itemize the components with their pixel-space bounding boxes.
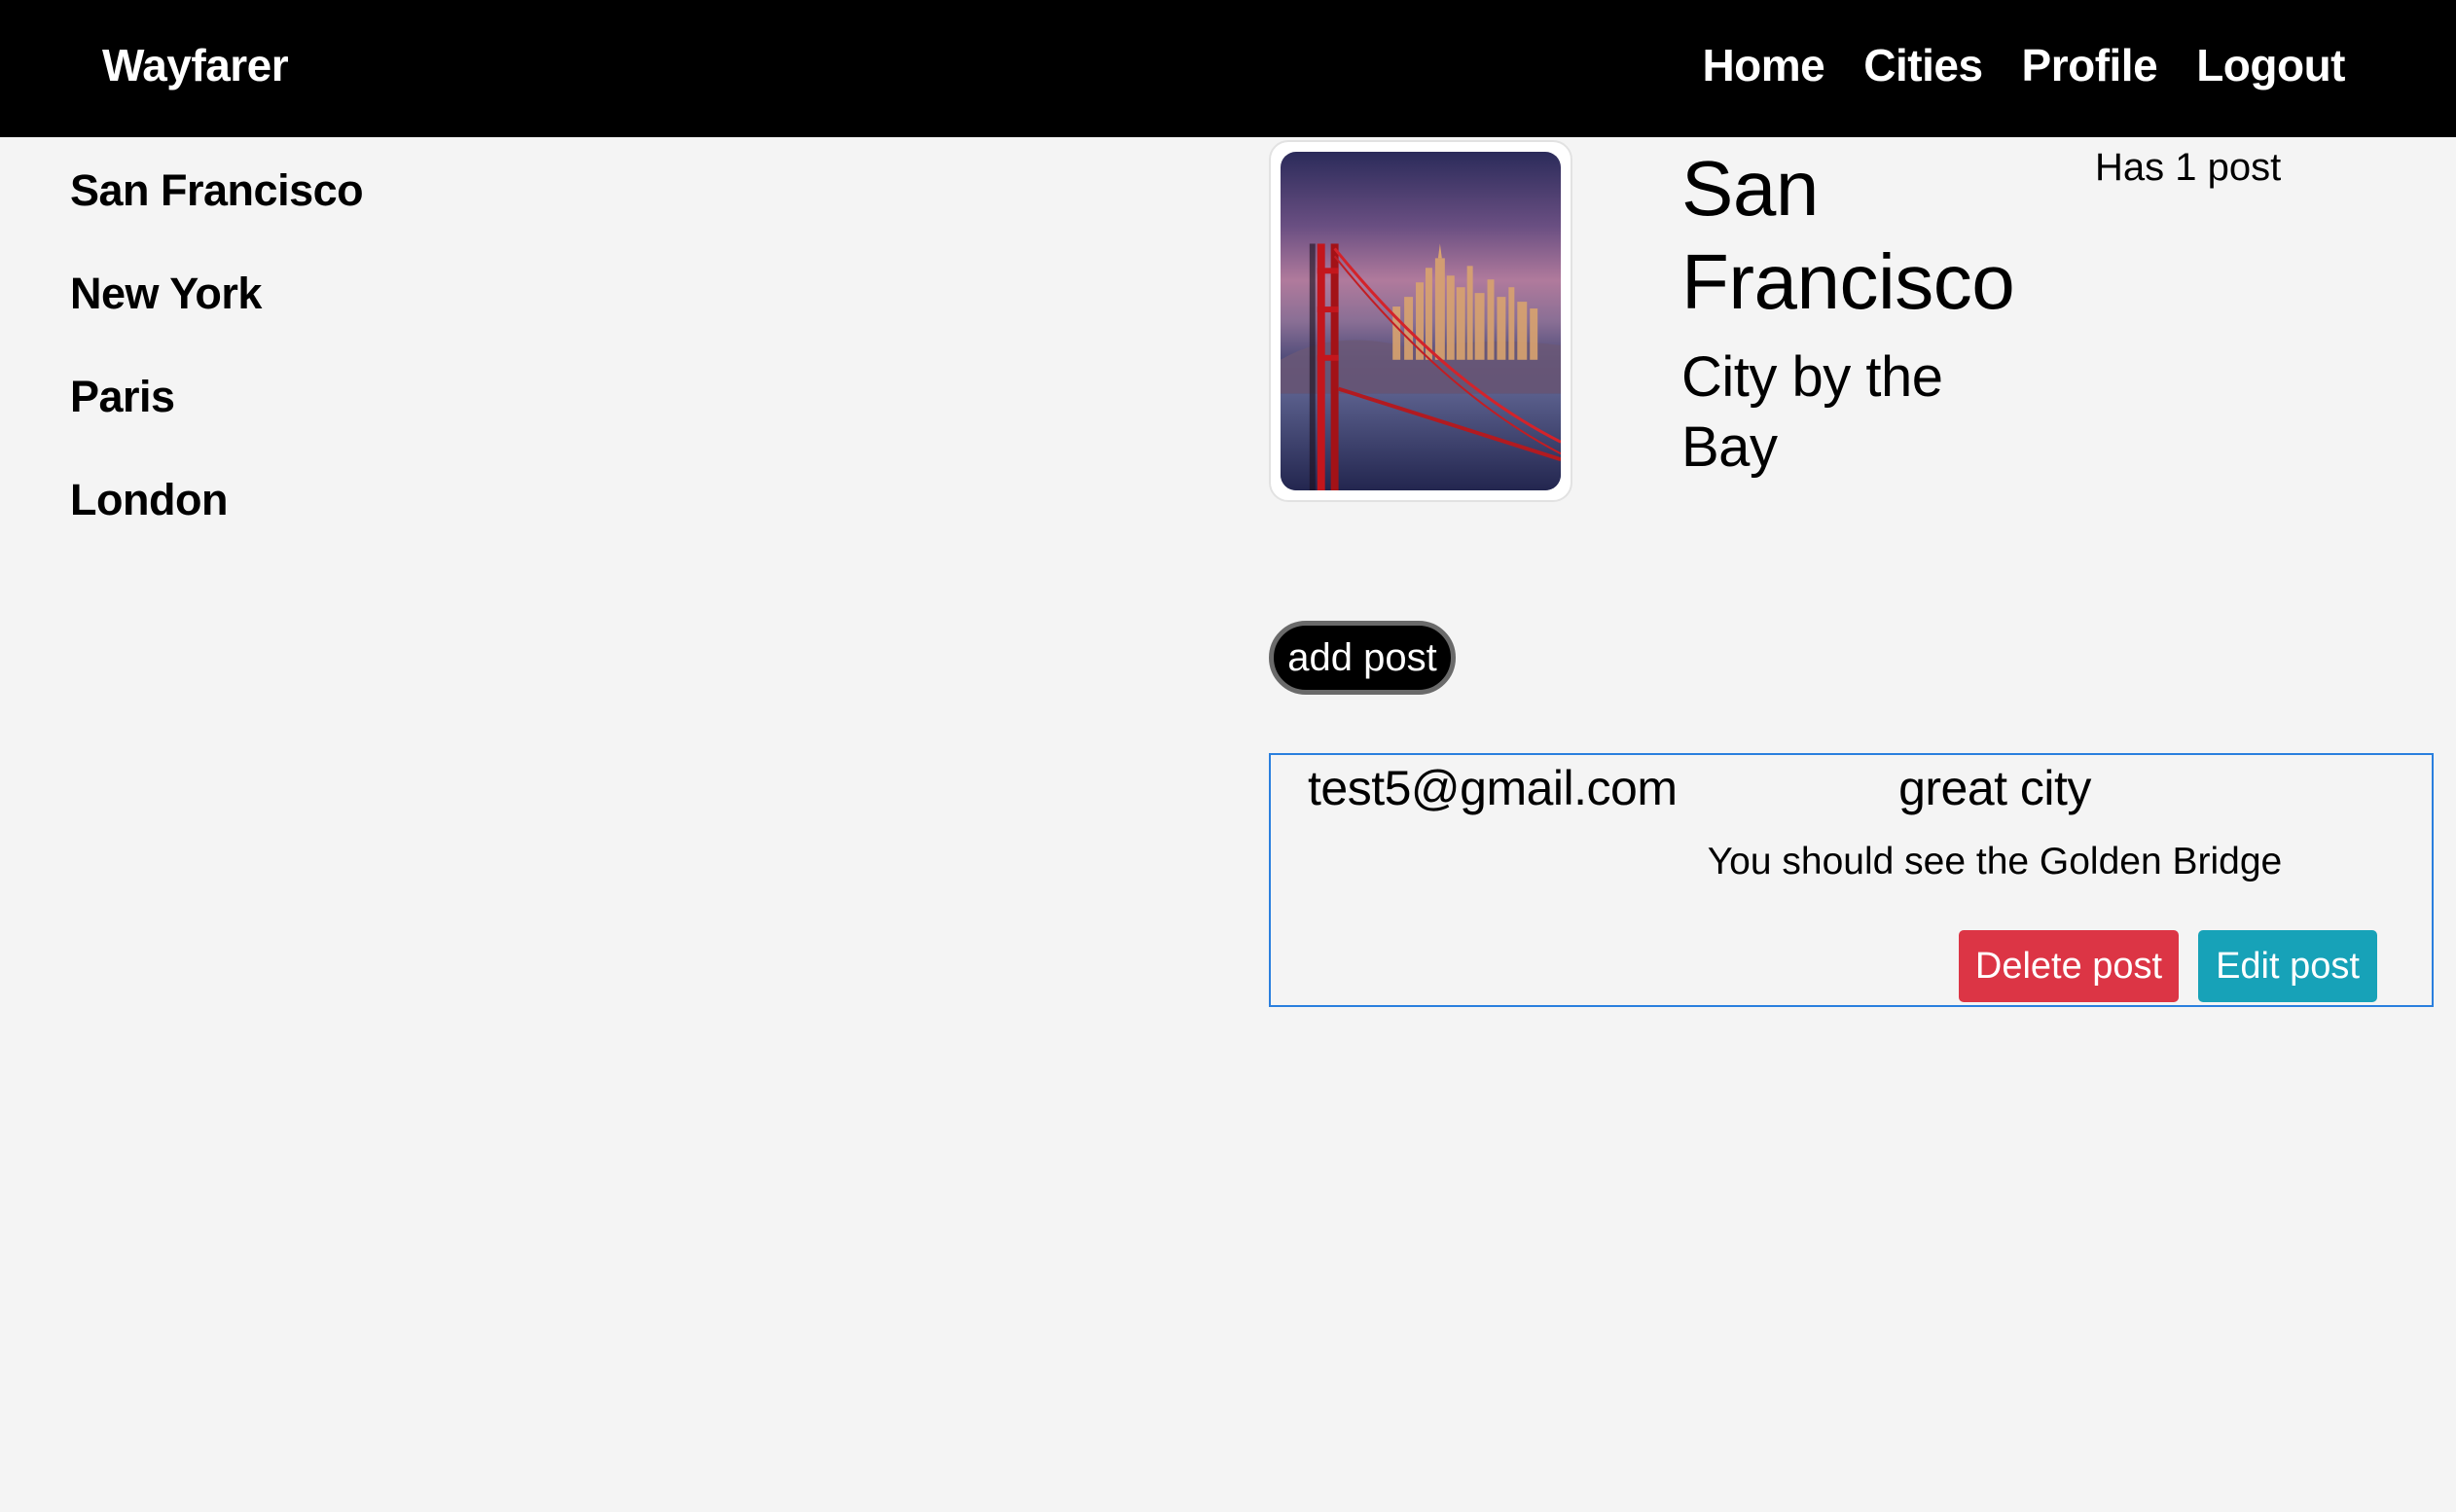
post-count: Has 1 post [2095,146,2282,189]
delete-post-button[interactable]: Delete post [1959,930,2179,1002]
city-photo [1281,152,1561,490]
city-list: San Francisco New York Paris London [70,163,364,576]
post-card: test5@gmail.com great city You should se… [1269,753,2434,1007]
city-item-new-york[interactable]: New York [70,267,363,370]
city-title: San Francisco [1681,145,2015,325]
post-title: great city [1898,761,2091,815]
post-author-email: test5@gmail.com [1308,761,1678,815]
edit-post-button[interactable]: Edit post [2198,930,2377,1002]
nav-logout-link[interactable]: Logout [2196,39,2345,91]
nav-links: Home Cities Profile Logout [1702,39,2345,91]
city-tagline: City by the Bay [1681,345,1943,479]
nav-profile-link[interactable]: Profile [2022,39,2158,91]
add-post-button[interactable]: add post [1269,621,1456,695]
city-photo-frame [1269,140,1572,502]
post-body: You should see the Golden Bridge [1707,841,2283,882]
city-item-paris[interactable]: Paris [70,370,363,473]
nav-cities-link[interactable]: Cities [1863,39,1983,91]
brand-logo-link[interactable]: Wayfarer [102,39,289,91]
nav-home-link[interactable]: Home [1702,39,1824,91]
city-item-san-francisco[interactable]: San Francisco [70,163,364,267]
city-item-london[interactable]: London [70,473,363,576]
top-navbar: Wayfarer Home Cities Profile Logout [0,0,2456,137]
